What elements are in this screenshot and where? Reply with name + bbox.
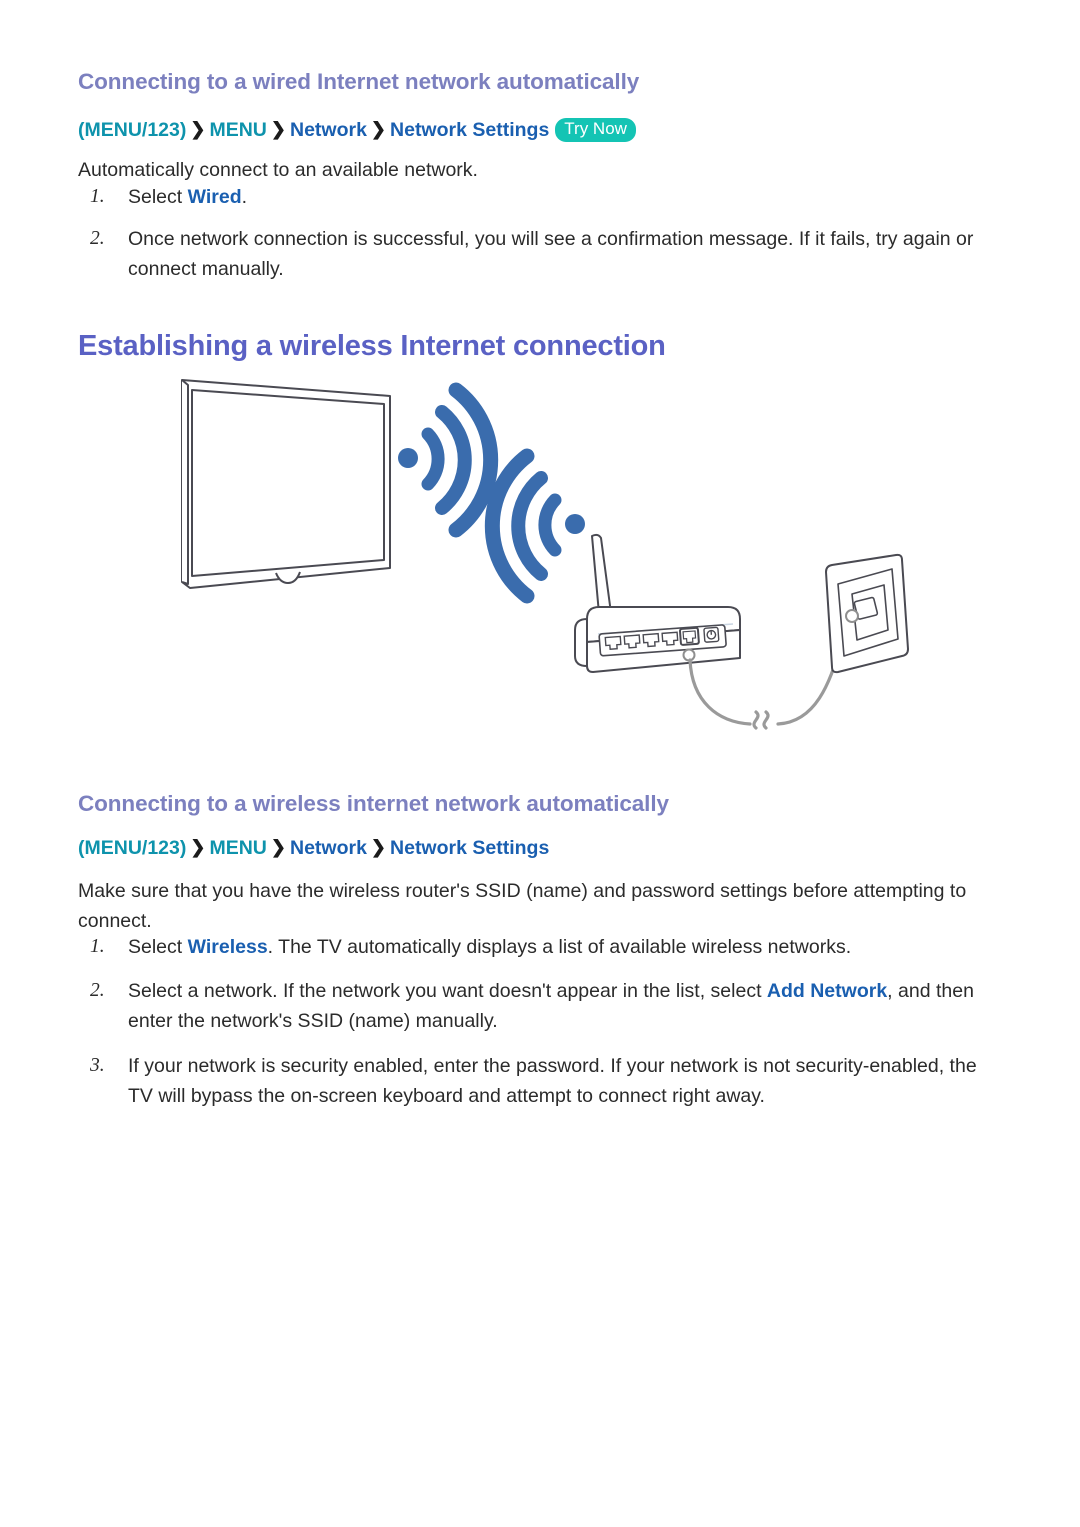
list-item: 1. Select Wireless. The TV automatically … [78,932,1006,962]
step-highlight[interactable]: Wireless [188,936,268,958]
chevron-right-icon: ❯ [370,119,387,139]
list-item: 3. If your network is security enabled, e… [78,1051,1006,1111]
try-now-badge[interactable]: Try Now [555,118,636,142]
breadcrumb-item-menu123[interactable]: MENU/123 [85,837,180,859]
manual-page: Connecting to a wired Internet network a… [0,0,1080,1527]
television-icon [181,379,391,589]
breadcrumb-item-network-settings[interactable]: Network Settings [390,119,549,141]
list-item: 2. Once network connection is successful,… [78,224,1003,284]
breadcrumb-item-network-settings[interactable]: Network Settings [390,837,549,859]
step-text-prefix: Once network connection is successful, y… [128,228,974,281]
wifi-signal-from-tv-icon [398,382,499,538]
breadcrumb-item-menu123[interactable]: MENU/123 [85,119,180,141]
breadcrumb-item-network[interactable]: Network [290,119,367,141]
section1-step-list: 1. Select Wired. 2. Once network connectio… [78,182,1003,291]
breadcrumb-wireless: (MENU/123) ❯ MENU ❯ Network ❯ Network Settings [78,836,978,861]
step-number: 2. [90,980,105,1002]
step-highlight[interactable]: Add Network [767,980,887,1002]
router-power-port-icon [703,626,720,643]
list-item: 1. Select Wired. [78,182,1003,212]
step-number: 1. [90,936,105,957]
breadcrumb-item-menu[interactable]: MENU [209,837,266,859]
section2-step-list: 1. Select Wireless. The TV automatically … [78,928,1006,1117]
breadcrumb-wired: (MENU/123) ❯ MENU ❯ Network ❯ Network Settings… [78,118,978,144]
breadcrumb-item-network[interactable]: Network [290,837,367,859]
step-highlight[interactable]: Wired [188,186,242,208]
step-number: 3. [90,1054,105,1076]
chevron-right-icon: ❯ [270,119,286,139]
step-number: 2. [90,228,105,250]
step-text-prefix: Select a network. If the network you wan… [128,980,767,1003]
breadcrumb-item-menu[interactable]: MENU [209,119,266,141]
step-text-prefix: If your network is security enabled, ent… [128,1054,977,1107]
chevron-right-icon: ❯ [190,837,206,857]
section2-heading: Connecting to a wireless internet networ… [78,791,669,816]
page-title: Establishing a wireless Internet connect… [78,330,666,362]
step-text-prefix: Select [128,186,188,208]
section1-intro-text: Automatically connect to an available ne… [78,159,478,181]
chevron-right-icon: ❯ [370,837,387,857]
chevron-right-icon: ❯ [270,837,286,857]
step-text-suffix: . [241,186,248,208]
section1-heading: Connecting to a wired Internet network a… [78,69,640,94]
wireless-connection-illustration [78,372,978,762]
step-text-prefix: Select [128,936,188,958]
router-wan-port-icon [678,626,700,646]
wifi-signal-from-router-icon [484,448,585,604]
step-text-suffix: . The TV automatically displays a list o… [267,936,852,958]
chevron-right-icon: ❯ [190,119,206,139]
step-number: 1. [90,186,105,207]
list-item: 2. Select a network. If the network you w… [78,976,1006,1036]
